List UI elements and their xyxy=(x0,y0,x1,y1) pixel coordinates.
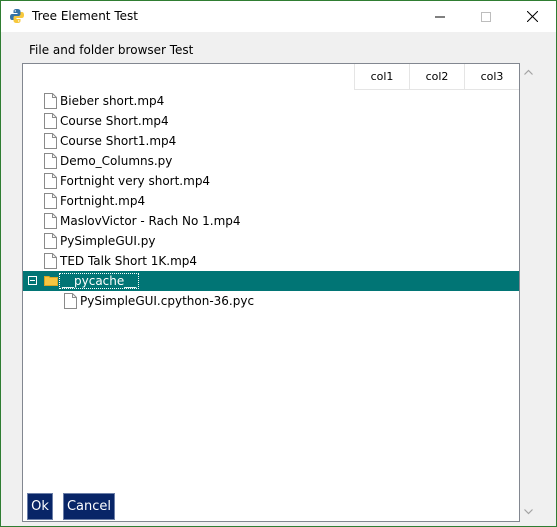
file-icon xyxy=(44,93,57,109)
file-icon xyxy=(44,213,57,229)
title-bar[interactable]: Tree Element Test xyxy=(1,1,556,32)
cancel-button[interactable]: Cancel xyxy=(63,493,115,520)
tree-row[interactable]: Bieber short.mp4 xyxy=(23,91,519,111)
scroll-up-icon[interactable] xyxy=(523,67,534,78)
tree-row[interactable]: Fortnight.mp4 xyxy=(23,191,519,211)
tree-row[interactable]: TED Talk Short 1K.mp4 xyxy=(23,251,519,271)
tree-row[interactable]: Fortnight very short.mp4 xyxy=(23,171,519,191)
tree-row[interactable]: MaslovVictor - Rach No 1.mp4 xyxy=(23,211,519,231)
tree-row[interactable]: Demo_Columns.py xyxy=(23,151,519,171)
tree-item-label: PySimpleGUI.py xyxy=(60,234,156,248)
scroll-down-icon[interactable] xyxy=(523,506,534,517)
tree-item-label: TED Talk Short 1K.mp4 xyxy=(60,254,198,268)
tree-item-label: Fortnight.mp4 xyxy=(60,194,146,208)
tree-item-label: __pycache__ xyxy=(58,273,140,289)
ok-button[interactable]: Ok xyxy=(27,493,53,520)
vertical-scrollbar[interactable] xyxy=(520,63,537,522)
column-header-col3[interactable]: col3 xyxy=(464,64,519,90)
column-headers: col1 col2 col3 xyxy=(354,64,520,90)
tree-item-label: Demo_Columns.py xyxy=(60,154,173,168)
tree-item-label: Course Short.mp4 xyxy=(60,114,169,128)
file-icon xyxy=(44,233,57,249)
collapse-toggle-icon[interactable] xyxy=(28,276,37,285)
window-content: File and folder browser Test col1 col2 c… xyxy=(1,32,556,526)
tree-row-selected[interactable]: __pycache__ xyxy=(23,271,519,291)
column-header-col2[interactable]: col2 xyxy=(409,64,464,90)
tree-item-label: Bieber short.mp4 xyxy=(60,94,165,108)
minimize-button[interactable] xyxy=(417,1,463,32)
file-icon xyxy=(44,173,57,189)
maximize-icon xyxy=(481,11,491,22)
file-icon xyxy=(44,133,57,149)
browser-label: File and folder browser Test xyxy=(29,43,194,57)
close-icon xyxy=(526,11,538,22)
file-icon xyxy=(44,153,57,169)
maximize-button[interactable] xyxy=(463,1,509,32)
window: Tree Element Test File and folder browse… xyxy=(0,0,557,527)
window-title: Tree Element Test xyxy=(32,9,138,23)
tree-row[interactable]: PySimpleGUI.cpython-36.pyc xyxy=(23,291,519,311)
tree-row[interactable]: Course Short1.mp4 xyxy=(23,131,519,151)
minimize-icon xyxy=(435,16,445,17)
file-icon xyxy=(44,113,57,129)
folder-icon xyxy=(44,276,58,286)
tree-rows: Bieber short.mp4 Course Short.mp4 Course… xyxy=(23,91,519,311)
python-logo-icon xyxy=(10,9,24,23)
tree-item-label: PySimpleGUI.cpython-36.pyc xyxy=(80,294,255,308)
column-header-col1[interactable]: col1 xyxy=(354,64,409,90)
file-icon xyxy=(44,193,57,209)
file-icon xyxy=(64,293,77,309)
close-button[interactable] xyxy=(509,1,555,32)
tree-row[interactable]: PySimpleGUI.py xyxy=(23,231,519,251)
file-icon xyxy=(44,253,57,269)
tree-item-label: MaslovVictor - Rach No 1.mp4 xyxy=(60,214,241,228)
tree-item-label: Fortnight very short.mp4 xyxy=(60,174,211,188)
tree-item-label: Course Short1.mp4 xyxy=(60,134,177,148)
tree-row[interactable]: Course Short.mp4 xyxy=(23,111,519,131)
file-tree[interactable]: col1 col2 col3 Bieber short.mp4 Course S… xyxy=(22,63,520,522)
